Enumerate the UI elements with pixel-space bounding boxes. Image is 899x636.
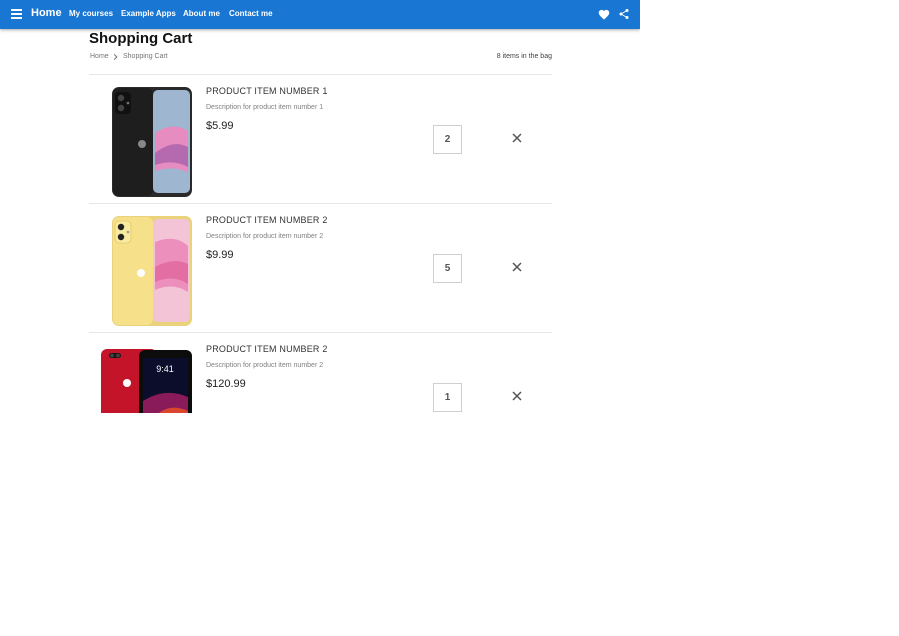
bag-count: 8 items in the bag: [496, 53, 552, 60]
lockscreen-time: 9:41: [156, 364, 174, 374]
product-description: Description for product item number 2: [206, 362, 324, 369]
close-icon[interactable]: [512, 133, 522, 143]
product-name[interactable]: PRODUCT ITEM NUMBER 2: [206, 344, 328, 354]
breadcrumb-current: Shopping Cart: [123, 53, 168, 60]
close-icon[interactable]: [512, 262, 522, 272]
app-viewport: Home My courses Example Apps About me Co…: [0, 0, 640, 413]
quantity-box[interactable]: 1: [433, 383, 462, 412]
cart-item: 9:41 PRODUCT ITEM NUMBER 2 Description f…: [89, 333, 552, 413]
heart-icon[interactable]: [598, 9, 610, 20]
breadcrumb-home[interactable]: Home: [90, 53, 109, 60]
product-description: Description for product item number 2: [206, 233, 324, 240]
product-name[interactable]: PRODUCT ITEM NUMBER 2: [206, 215, 328, 225]
product-image: [112, 216, 192, 326]
page-title: Shopping Cart: [89, 30, 193, 47]
product-image: 9:41: [101, 349, 192, 413]
nav-about-me[interactable]: About me: [183, 9, 220, 18]
quantity-box[interactable]: 5: [433, 254, 462, 283]
close-icon[interactable]: [512, 391, 522, 401]
product-image: [112, 87, 192, 197]
cart-item: PRODUCT ITEM NUMBER 1 Description for pr…: [89, 75, 552, 204]
product-price: $5.99: [206, 120, 234, 132]
cart-item: PRODUCT ITEM NUMBER 2 Description for pr…: [89, 204, 552, 333]
top-app-bar: Home My courses Example Apps About me Co…: [0, 0, 640, 29]
share-icon[interactable]: [618, 8, 630, 20]
chevron-right-icon: [113, 54, 118, 60]
quantity-box[interactable]: 2: [433, 125, 462, 154]
product-price: $120.99: [206, 378, 246, 390]
nav-contact-me[interactable]: Contact me: [229, 9, 273, 18]
product-price: $9.99: [206, 249, 234, 261]
nav-example-apps[interactable]: Example Apps: [121, 9, 176, 18]
product-description: Description for product item number 1: [206, 104, 324, 111]
nav-my-courses[interactable]: My courses: [69, 9, 113, 18]
home-link[interactable]: Home: [31, 7, 62, 19]
menu-icon[interactable]: [11, 9, 22, 19]
product-name[interactable]: PRODUCT ITEM NUMBER 1: [206, 86, 328, 96]
